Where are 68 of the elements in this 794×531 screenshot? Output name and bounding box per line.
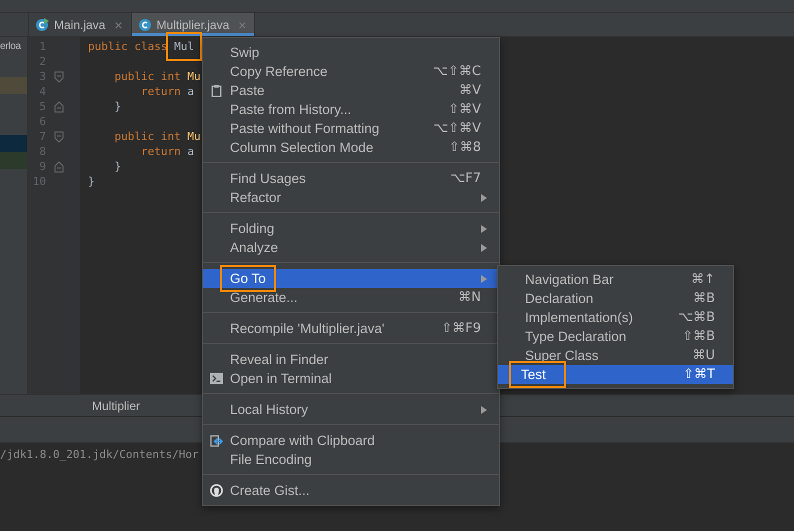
shortcut-text: ⌥⌘B <box>678 310 715 325</box>
code-token: public <box>114 129 154 144</box>
menu-item[interactable]: Generate... ⌘N <box>203 288 499 307</box>
menu-item[interactable]: Implementation(s) ⌥⌘B <box>498 308 733 327</box>
shortcut-text: ⇧⌘F9 <box>441 321 481 336</box>
breadcrumb[interactable]: Multiplier <box>92 398 140 412</box>
editor-tab[interactable]: Multiplier.java × <box>132 13 256 36</box>
shortcut-text: ⇧⌘B <box>682 329 715 344</box>
shortcut-text: ⌥F7 <box>450 171 481 186</box>
github-icon <box>210 484 223 497</box>
code-token: Mu <box>187 69 201 84</box>
shortcut-text: ⇧⌘8 <box>448 140 481 155</box>
menu-item[interactable]: Open in Terminal <box>203 369 499 388</box>
shortcut-text: ⌘U <box>692 348 715 363</box>
menu-item[interactable]: Reveal in Finder <box>203 350 499 369</box>
menu-item[interactable]: Compare with Clipboard <box>203 431 499 450</box>
shortcut-text: ⇧⌘T <box>683 367 715 382</box>
menu-item[interactable]: Find Usages ⌥F7 <box>203 169 499 188</box>
shortcut-text: ⌘N <box>458 290 481 305</box>
menu-item[interactable]: Column Selection Mode ⇧⌘8 <box>203 138 499 157</box>
code-token: Mul <box>174 40 194 53</box>
code-token: Mu <box>187 129 201 144</box>
fold-icon[interactable] <box>54 161 64 173</box>
menu-item[interactable]: File Encoding <box>203 450 499 469</box>
code-token: } <box>88 174 95 189</box>
fold-icon[interactable] <box>54 71 64 83</box>
clipboard-icon <box>210 84 223 97</box>
menu-item[interactable]: Type Declaration ⇧⌘B <box>498 327 733 346</box>
menu-item[interactable]: Folding <box>203 219 499 238</box>
menu-item[interactable]: Paste without Formatting ⌥⇧⌘V <box>203 119 499 138</box>
row-highlight <box>0 77 27 94</box>
menu-item[interactable]: Analyze <box>203 238 499 257</box>
shortcut-text: ⌘B <box>693 291 715 306</box>
code-token: return <box>140 84 181 99</box>
code-token: } <box>114 99 122 114</box>
shortcut-text: ⌘↑ <box>691 272 715 287</box>
row-highlight <box>0 135 27 152</box>
menu-item[interactable]: Swip <box>203 43 499 62</box>
terminal-icon <box>210 372 223 385</box>
editor-tab[interactable]: Main.java × <box>29 13 132 36</box>
shortcut-text: ⇧⌘V <box>448 102 481 117</box>
code-token: public <box>88 39 128 54</box>
console-text: /jdk1.8.0_201.jdk/Contents/Hor <box>0 448 199 461</box>
code-token: public <box>114 69 154 84</box>
menu-item[interactable]: Create Gist... <box>203 481 499 500</box>
menu-item[interactable]: Local History <box>203 400 499 419</box>
menu-item[interactable]: Copy Reference ⌥⇧⌘C <box>203 62 499 81</box>
menu-item[interactable]: Super Class ⌘U <box>498 346 733 365</box>
menu-item[interactable]: Navigation Bar ⌘↑ <box>498 270 733 289</box>
code-token: } <box>114 159 122 174</box>
shortcut-text: ⌘V <box>459 83 481 98</box>
code-token: class <box>134 39 168 54</box>
code-token: int <box>160 69 181 84</box>
panel-label: erloa <box>0 41 21 52</box>
code-token: int <box>160 129 181 144</box>
code-token: a <box>187 84 194 99</box>
compare-icon <box>210 434 223 447</box>
shortcut-text: ⌥⇧⌘C <box>433 64 481 79</box>
code-token: a <box>187 144 194 159</box>
menu-item[interactable]: Refactor <box>203 188 499 207</box>
menu-item[interactable]: Declaration ⌘B <box>498 289 733 308</box>
menu-item[interactable]: Recompile 'Multiplier.java' ⇧⌘F9 <box>203 319 499 338</box>
shortcut-text: ⌥⇧⌘V <box>433 121 481 136</box>
menu-item[interactable]: Paste ⌘V <box>203 81 499 100</box>
fold-icon[interactable] <box>54 131 64 143</box>
menu-item[interactable]: Paste from History... ⇧⌘V <box>203 100 499 119</box>
fold-icon[interactable] <box>54 101 64 113</box>
code-token: return <box>140 144 181 159</box>
